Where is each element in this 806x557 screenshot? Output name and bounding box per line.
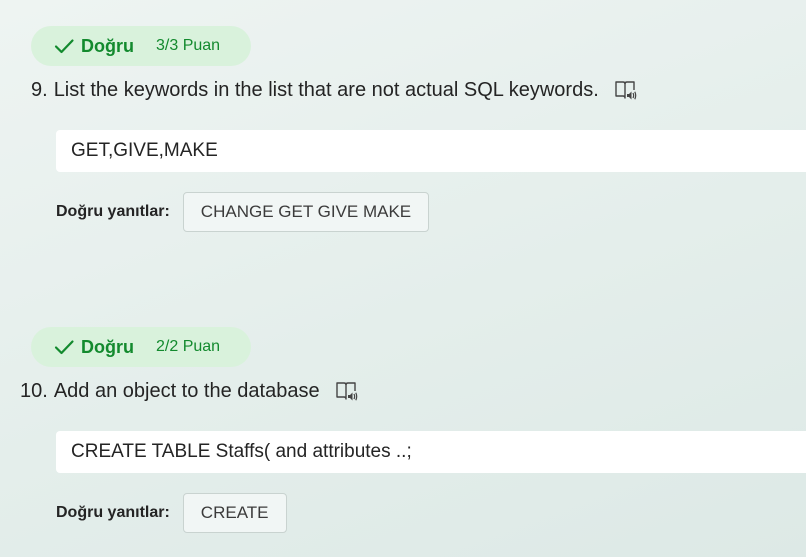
result-badge: Doğru 2/2 Puan xyxy=(31,327,251,367)
checkmark-icon xyxy=(54,340,74,355)
immersive-reader-icon[interactable] xyxy=(613,78,637,102)
correct-answer-chip: CREATE xyxy=(182,493,287,533)
answer-field: GET,GIVE,MAKE xyxy=(56,130,806,172)
result-points: 2/2 Puan xyxy=(156,338,221,355)
question-text: Add an object to the database xyxy=(53,379,320,402)
checkmark-icon xyxy=(54,39,74,54)
correct-answers-row: Doğru yanıtlar: CREATE xyxy=(56,492,287,534)
correct-answers-label: Doğru yanıtlar: xyxy=(56,203,170,220)
result-status: Doğru xyxy=(81,35,134,56)
answer-field: CREATE TABLE Staffs( and attributes ..; xyxy=(56,431,806,473)
result-points: 3/3 Puan xyxy=(156,37,221,54)
question-number: 10. xyxy=(20,379,48,402)
question-number: 9. xyxy=(31,78,48,101)
question-text: List the keywords in the list that are n… xyxy=(53,78,599,101)
correct-answer-chip: CHANGE GET GIVE MAKE xyxy=(182,192,430,232)
question-text-row: 9. List the keywords in the list that ar… xyxy=(31,78,637,102)
result-status: Doğru xyxy=(81,336,134,357)
immersive-reader-icon[interactable] xyxy=(334,379,358,403)
result-badge: Doğru 3/3 Puan xyxy=(31,26,251,66)
correct-answers-label: Doğru yanıtlar: xyxy=(56,504,170,521)
question-text-row: 10. Add an object to the database xyxy=(20,379,358,403)
correct-answers-row: Doğru yanıtlar: CHANGE GET GIVE MAKE xyxy=(56,191,430,233)
